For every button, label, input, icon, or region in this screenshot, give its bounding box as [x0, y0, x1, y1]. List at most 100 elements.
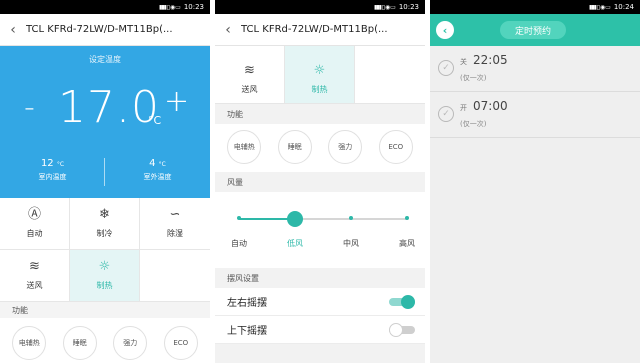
indoor-temp: 12 °C 室内温度: [0, 158, 105, 182]
timer-repeat: (仅一次): [460, 120, 487, 128]
swing-lr-row: 左右摇摆: [215, 288, 425, 316]
mode-label: 制热: [96, 281, 113, 290]
swing-header: 摆风设置: [215, 268, 425, 288]
app-header: ‹ TCL KFRd-72LW/D-MT11Bp(...: [215, 14, 425, 46]
outdoor-temp-value: 4: [149, 158, 156, 169]
sleep-button[interactable]: 睡眠: [277, 130, 312, 164]
mode-label: 送风: [26, 281, 43, 290]
mode-dry-button[interactable]: ∽ 除湿: [140, 198, 210, 250]
outdoor-temp-unit: °C: [158, 161, 166, 168]
timer-title: 定时预约: [500, 21, 566, 39]
temperature-unit: °C: [148, 114, 162, 127]
status-bar: ▮▮▮ ▯ ◉ ▭ 10:24: [430, 0, 640, 14]
snowflake-icon: ❄: [99, 207, 110, 222]
status-time: 10:23: [398, 3, 419, 11]
indoor-temp-label: 室内温度: [38, 173, 67, 181]
timer-repeat: (仅一次): [460, 74, 487, 82]
status-time: 10:23: [183, 3, 204, 11]
eco-button[interactable]: ECO: [378, 130, 413, 164]
sun-icon: ☼: [313, 63, 326, 78]
mode-label: 自动: [26, 229, 43, 238]
status-bar: ▮▮▮ ▯ ◉ ▭ 10:23: [215, 0, 425, 14]
phone-screen-settings: ▮▮▮ ▯ ◉ ▭ 10:23 ‹ TCL KFRd-72LW/D-MT11Bp…: [215, 0, 425, 363]
wind-step-dot: [349, 216, 353, 220]
auto-icon: Ⓐ: [27, 207, 41, 222]
mode-label: 除湿: [167, 229, 183, 238]
wind-slider-knob[interactable]: [287, 211, 303, 227]
status-icons: ▮▮▮ ▯ ◉ ▭: [158, 3, 181, 11]
mode-fan-button[interactable]: ≋ 送风: [0, 250, 70, 302]
swing-ud-row: 上下摇摆: [215, 316, 425, 344]
status-time: 10:24: [613, 3, 634, 11]
mode-label: 制热: [311, 85, 328, 94]
indoor-temp-unit: °C: [56, 161, 65, 168]
status-bar: ▮▮▮ ▯ ◉ ▭ 10:23: [0, 0, 210, 14]
empty-cell: [355, 46, 425, 104]
mode-heat-button[interactable]: ☼ 制热: [285, 46, 355, 104]
back-arrow-icon[interactable]: ‹: [215, 22, 241, 38]
timer-item[interactable]: ✓ 开 07:00 (仅一次): [430, 92, 640, 138]
check-circle-icon[interactable]: ✓: [438, 106, 454, 122]
aux-heat-button[interactable]: 电辅热: [12, 326, 47, 360]
sleep-button[interactable]: 睡眠: [62, 326, 97, 360]
functions-row: 电辅热 睡眠 强力 ECO: [215, 124, 425, 172]
temperature-value: 17.0: [58, 82, 160, 133]
timer-state: 开: [460, 104, 467, 112]
toggle-thumb: [389, 322, 403, 337]
wind-icon: ≋: [29, 259, 40, 274]
wind-header: 风量: [215, 172, 425, 192]
back-circle-icon[interactable]: ‹: [436, 21, 454, 39]
wind-slider[interactable]: [237, 211, 409, 227]
swing-ud-toggle[interactable]: [389, 322, 415, 337]
back-arrow-icon[interactable]: ‹: [0, 22, 26, 38]
timer-header: ‹ 定时预约: [430, 14, 640, 46]
turbo-button[interactable]: 强力: [113, 326, 148, 360]
mode-fan-button[interactable]: ≋ 送风: [215, 46, 285, 104]
swing-lr-label: 左右摇摆: [227, 298, 267, 309]
outdoor-temp-label: 室外温度: [143, 173, 172, 181]
wind-level-high[interactable]: 高风: [399, 238, 415, 249]
set-temp-label: 设定温度: [89, 55, 121, 64]
temperature-panel: 设定温度 - 17.0 °C + 12 °C 室内温度 4 °C 室外温度: [0, 46, 210, 198]
wind-level-auto[interactable]: 自动: [231, 238, 247, 249]
eco-button[interactable]: ECO: [163, 326, 198, 360]
phone-screen-timer: ▮▮▮ ▯ ◉ ▭ 10:24 ‹ 定时预约 ✓ 关 22:05 (仅一次) ✓…: [430, 0, 640, 363]
mode-auto-button[interactable]: Ⓐ 自动: [0, 198, 70, 250]
app-header: ‹ TCL KFRd-72LW/D-MT11Bp(...: [0, 14, 210, 46]
mode-label: 送风: [241, 85, 258, 94]
screenshot-collage: ▮▮▮ ▯ ◉ ▭ 10:23 ‹ TCL KFRd-72LW/D-MT11Bp…: [0, 0, 640, 363]
swing-lr-toggle[interactable]: [389, 294, 415, 309]
toggle-thumb: [401, 294, 415, 309]
turbo-button[interactable]: 强力: [328, 130, 363, 164]
mode-label: 制冷: [96, 229, 113, 238]
mode-cool-button[interactable]: ❄ 制冷: [70, 198, 140, 250]
empty-cell: [140, 250, 210, 302]
check-circle-icon[interactable]: ✓: [438, 60, 454, 76]
mode-grid-partial: ≋ 送风 ☼ 制热: [215, 46, 425, 104]
timer-time: 07:00: [473, 99, 508, 113]
indoor-temp-value: 12: [40, 158, 54, 169]
functions-header: 功能: [0, 302, 210, 318]
functions-header: 功能: [215, 104, 425, 124]
wind-speed-control: 自动 低风 中风 高风: [215, 192, 425, 268]
wind-level-low[interactable]: 低风: [287, 238, 303, 249]
device-title: TCL KFRd-72LW/D-MT11Bp(...: [26, 24, 173, 35]
status-icons: ▮▮▮ ▯ ◉ ▭: [588, 3, 611, 11]
mode-heat-button[interactable]: ☼ 制热: [70, 250, 140, 302]
wind-step-dot: [237, 216, 241, 220]
timer-item[interactable]: ✓ 关 22:05 (仅一次): [430, 46, 640, 92]
status-icons: ▮▮▮ ▯ ◉ ▭: [373, 3, 396, 11]
aux-heat-button[interactable]: 电辅热: [227, 130, 262, 164]
swing-ud-label: 上下摇摆: [227, 326, 267, 337]
wind-step-dot: [405, 216, 409, 220]
dehumidify-icon: ∽: [169, 207, 181, 222]
timer-state: 关: [460, 58, 467, 66]
increase-temp-button[interactable]: +: [164, 84, 189, 119]
outdoor-temp: 4 °C 室外温度: [105, 158, 210, 182]
wind-level-mid[interactable]: 中风: [343, 238, 359, 249]
sun-icon: ☼: [98, 259, 111, 274]
timer-time: 22:05: [473, 53, 508, 67]
phone-screen-temperature: ▮▮▮ ▯ ◉ ▭ 10:23 ‹ TCL KFRd-72LW/D-MT11Bp…: [0, 0, 210, 363]
device-title: TCL KFRd-72LW/D-MT11Bp(...: [241, 24, 388, 35]
decrease-temp-button[interactable]: -: [24, 90, 35, 125]
